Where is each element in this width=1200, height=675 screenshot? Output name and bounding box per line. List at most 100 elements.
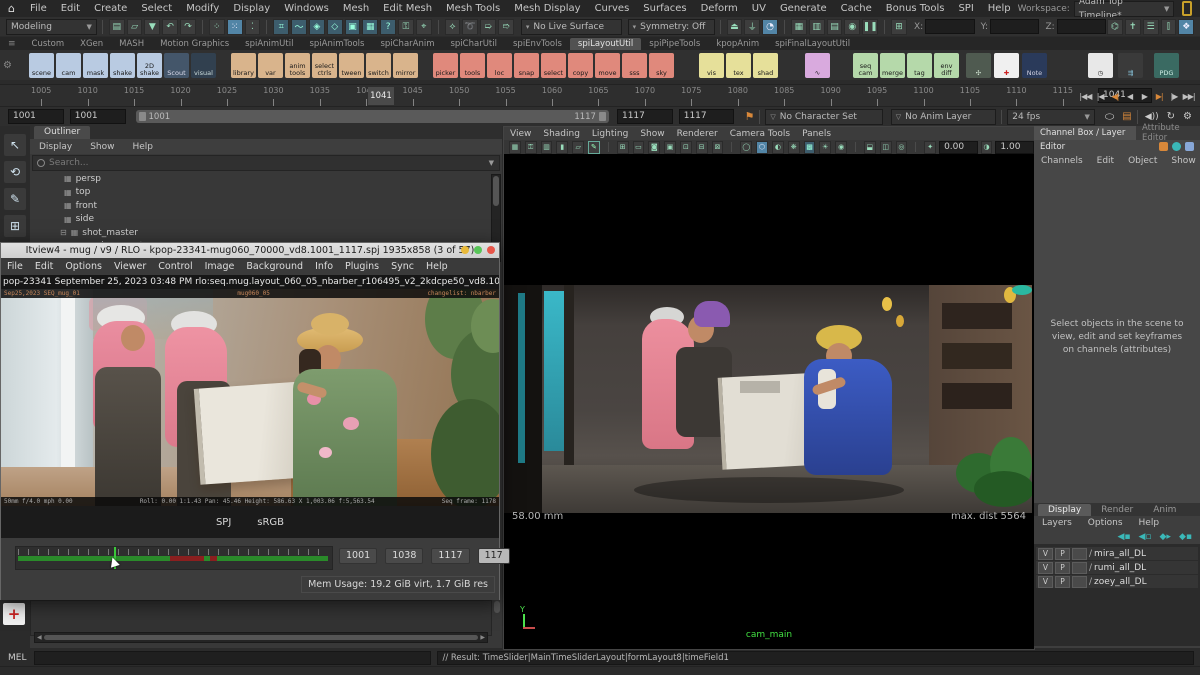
shelf-icon[interactable]: PDG [1154, 53, 1179, 78]
layer-playback-toggle[interactable]: P [1055, 576, 1070, 588]
menu-item[interactable]: Edit Mesh [376, 3, 439, 14]
shelf-icon[interactable]: mirror [393, 53, 418, 78]
anim-layer-dropdown[interactable]: ▽No Anim Layer [891, 109, 996, 125]
menu-item[interactable]: Generate [773, 3, 834, 14]
wireframe-icon[interactable]: ◯ [740, 141, 752, 154]
shelf-tab[interactable]: spiAnimUtil [237, 38, 301, 50]
maximize-button[interactable] [474, 246, 482, 254]
outliner-item[interactable]: ▦ top [30, 186, 502, 200]
first-aid-icon[interactable]: + [3, 603, 25, 625]
new-scene-icon[interactable]: ▤ [109, 19, 125, 35]
layer-visible-toggle[interactable]: V [1038, 548, 1053, 560]
layer-name[interactable]: zoey_all_DL [1094, 577, 1147, 587]
layer-editor-tab[interactable]: Render [1091, 504, 1143, 516]
menu-item[interactable]: Curves [588, 3, 637, 14]
keyframe-icon-2[interactable]: ▥ [809, 19, 825, 35]
shelf-icon[interactable]: ∿ [805, 53, 830, 78]
symmetry-dropdown[interactable]: ▾Symmetry: Off [628, 19, 715, 35]
shelf-tab[interactable]: Motion Graphics [152, 38, 237, 50]
shelf-icon[interactable]: scene [29, 53, 54, 78]
display-layers-icon[interactable]: ☰ [1143, 19, 1159, 35]
gamma-icon[interactable]: ◑ [981, 141, 993, 154]
audio-icon[interactable]: ◀)) [1145, 112, 1159, 122]
tab-channel-box[interactable]: Channel Box / Layer Editor [1034, 126, 1136, 140]
menu-item[interactable]: Create [87, 3, 134, 14]
playback-button[interactable]: |◀◀ [1078, 92, 1093, 101]
keyframe-icon-3[interactable]: ▤ [827, 19, 843, 35]
outliner-menu-item[interactable]: Help [123, 142, 162, 152]
menu-item[interactable]: SPI [951, 3, 980, 14]
shelf-icon[interactable]: 2D shake [137, 53, 162, 78]
shelf-icon[interactable]: ◷ [1088, 53, 1113, 78]
make-live-icon[interactable]: ▦ [362, 19, 378, 35]
shelf-icon[interactable]: mask [83, 53, 108, 78]
select-component-icon[interactable]: ⁚ [245, 19, 261, 35]
outliner-tab[interactable]: Outliner [34, 126, 90, 139]
shelf-icon[interactable]: env diff [934, 53, 959, 78]
shelf-tab[interactable]: Custom [24, 38, 73, 50]
shaded-icon[interactable]: ⬡ [756, 141, 768, 154]
outliner-vscrollbar-2[interactable] [493, 600, 501, 634]
channel-box-menu-item[interactable]: Edit [1090, 156, 1121, 166]
save-scene-icon[interactable]: ▼ [144, 19, 160, 35]
shelf-tab[interactable]: spiAnimTools [301, 38, 372, 50]
itview-timeline[interactable] [15, 546, 333, 570]
viewport-menu-item[interactable]: Shading [537, 129, 586, 139]
shelf-icon[interactable]: move [595, 53, 620, 78]
playback-button[interactable]: ▶ [1137, 92, 1152, 101]
playback-button[interactable]: |▶ [1167, 92, 1182, 101]
outliner-item[interactable]: ▦ front [30, 199, 502, 213]
shelf-icon[interactable]: loc [487, 53, 512, 78]
soft-select-icon[interactable]: ◔ [762, 19, 778, 35]
shelf-icon[interactable]: tween [339, 53, 364, 78]
outliner-search[interactable]: Search... ▼ [32, 155, 500, 171]
camera-attrs-icon[interactable]: ▥ [541, 141, 553, 154]
playback-button[interactable]: ▶| [1152, 92, 1167, 101]
layer-editor-menu-item[interactable]: Help [1131, 518, 1168, 528]
layer-display-type[interactable] [1072, 576, 1087, 588]
shelf-icon[interactable]: snap [514, 53, 539, 78]
uv-icon[interactable]: ⏚ [744, 19, 760, 35]
layer-display-type[interactable] [1072, 548, 1087, 560]
modeling-toolkit-icon[interactable]: ❖ [1178, 19, 1194, 35]
shelf-icon[interactable]: cam [56, 53, 81, 78]
command-input[interactable] [34, 651, 431, 665]
shelf-icon[interactable]: Scout [164, 53, 189, 78]
channel-box-menu-item[interactable]: Object [1121, 156, 1164, 166]
move-layer-up-icon[interactable]: ◆▸ [1160, 532, 1171, 542]
layer-editor-tab[interactable]: Display [1038, 504, 1091, 516]
layer-name[interactable]: mira_all_DL [1094, 549, 1146, 559]
tab-attribute-editor[interactable]: Attribute Editor [1136, 123, 1200, 143]
shelf-icon[interactable]: visual [191, 53, 216, 78]
render-globals-icon[interactable]: ⌬ [1107, 19, 1123, 35]
new-layer-selected-icon[interactable]: ◀▫ [1138, 532, 1151, 542]
no-live-surface-field[interactable]: ▾No Live Surface [521, 19, 622, 35]
character-icon[interactable]: ✝ [1125, 19, 1141, 35]
menu-item[interactable]: Windows [277, 3, 336, 14]
outliner-hscrollbar[interactable]: ◀ ▶ [34, 632, 488, 643]
y-input[interactable] [990, 19, 1039, 34]
snap-grid-icon[interactable]: ⌗ [273, 19, 289, 35]
safe-title-icon[interactable]: ⊠ [712, 141, 724, 154]
shelf-tab[interactable]: kpopAnim [708, 38, 767, 50]
render-icon[interactable]: ➯ [480, 19, 496, 35]
itview-menu-item[interactable]: Control [152, 261, 198, 272]
itview-titlebar[interactable]: Itview4 - mug / v9 / RLO - kpop-23341-mu… [1, 243, 499, 258]
snap-surface-icon[interactable]: ▣ [345, 19, 361, 35]
shelf-tab[interactable]: spiEnvTools [505, 38, 570, 50]
itview-frame-field[interactable]: 1001 [339, 548, 377, 564]
menu-item[interactable]: Modify [179, 3, 226, 14]
itview-menu-item[interactable]: Help [420, 261, 454, 272]
itview-menu-item[interactable]: File [1, 261, 29, 272]
layer-playback-toggle[interactable]: P [1055, 562, 1070, 574]
viewport-menu-item[interactable]: Camera Tools [724, 129, 796, 139]
anim-layers-icon[interactable]: ⫿ [1161, 19, 1177, 35]
close-button[interactable] [487, 246, 495, 254]
shelf-icon[interactable]: sss [622, 53, 647, 78]
speed-icon[interactable] [1172, 142, 1181, 151]
gate-mask-icon[interactable]: ▣ [664, 141, 676, 154]
workspace-lock-icon[interactable] [1182, 1, 1192, 16]
shelf-icon[interactable]: vis [699, 53, 724, 78]
all-lights-icon[interactable]: ❋ [788, 141, 800, 154]
shelf-gear-icon[interactable]: ⚙ [0, 60, 15, 71]
